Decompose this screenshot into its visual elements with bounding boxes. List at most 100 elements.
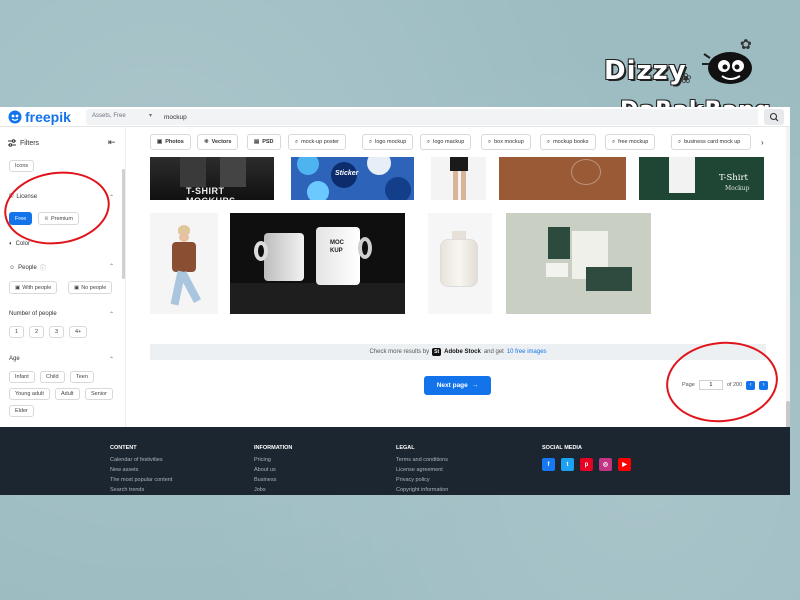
mug-shape (264, 233, 304, 281)
age-adult-chip[interactable]: Adult (55, 388, 80, 400)
people-count-3-chip[interactable]: 3 (49, 326, 65, 338)
footer-social-column: SOCIAL MEDIA (542, 445, 582, 451)
photos-pill[interactable]: ▣ Photos (150, 134, 191, 150)
pinterest-icon[interactable]: p (580, 458, 593, 471)
footer-content-column: CONTENT Calendar of festivities New asse… (110, 445, 173, 495)
age-young-adult-chip[interactable]: Young adult (9, 388, 50, 400)
brown-tshirt-thumbnail[interactable] (499, 157, 626, 200)
people-icon: ☺ (9, 264, 16, 271)
tag-box-mockup[interactable]: ⌕ box mockup (481, 134, 531, 150)
filters-title: Filters (20, 139, 40, 147)
twitter-icon[interactable]: t (561, 458, 574, 471)
tag-logo-mockup[interactable]: ⌕ logo mockup (362, 134, 414, 150)
info-icon: ⓘ (39, 266, 46, 272)
youtube-icon[interactable]: ▶ (618, 458, 631, 471)
age-elder-chip[interactable]: Elder (9, 405, 34, 417)
perfume-bottle-thumbnail[interactable] (428, 213, 492, 314)
footer: CONTENT Calendar of festivities New asse… (0, 427, 790, 495)
age-infant-chip[interactable]: Infant (9, 371, 35, 383)
leg-shape (461, 171, 466, 200)
with-people-chip[interactable]: ▣ With people (9, 281, 58, 294)
page-scrollbar[interactable] (786, 127, 790, 431)
chevron-up-icon[interactable]: ⌃ (109, 194, 114, 201)
search-input[interactable] (158, 109, 758, 125)
age-child-chip[interactable]: Child (40, 371, 65, 383)
chevron-up-icon[interactable]: ⌃ (109, 263, 114, 270)
stickers-thumbnail[interactable]: Sticker (291, 157, 414, 200)
tag-business-card-mock-up[interactable]: ⌕ business card mock up (671, 134, 751, 150)
freepik-logo[interactable]: freepik (8, 109, 71, 125)
search-button[interactable] (764, 109, 784, 125)
tshirt-shape (669, 157, 695, 193)
asset-type-select-value: Assets, Free (92, 113, 126, 119)
brand-title-dizzy: Dizzy (604, 56, 687, 86)
bottle-shape (440, 239, 478, 287)
age-teen-chip[interactable]: Teen (70, 371, 94, 383)
sidebar-scrollbar[interactable] (122, 169, 125, 279)
table-shape (230, 283, 405, 314)
footer-legal-column: LEGAL Terms and conditions License agree… (396, 445, 449, 495)
adobe-stock-banner: Check more results by St Adobe Stock and… (150, 344, 766, 360)
sticker-circle (297, 157, 319, 175)
people-count-4plus-chip[interactable]: 4+ (69, 326, 88, 338)
age-section-label: Age (9, 356, 20, 362)
people-count-1-chip[interactable]: 1 (9, 326, 25, 338)
people-section-label: ☺ People ⓘ (9, 264, 46, 273)
filters-icon (8, 139, 16, 147)
tshirt-mockup-thumbnail[interactable]: T-Shirt Mockup (639, 157, 764, 200)
asset-type-select[interactable]: Assets, Free ▾ (86, 109, 158, 125)
chevron-up-icon[interactable]: ⌃ (109, 356, 114, 363)
instagram-icon[interactable]: ◎ (599, 458, 612, 471)
tshirt-mockups-thumbnail[interactable]: T-SHIRT MOCKUPS (150, 157, 274, 200)
footer-link[interactable]: Jobs (254, 485, 292, 495)
age-senior-chip[interactable]: Senior (85, 388, 113, 400)
footer-link[interactable]: Terms and conditions (396, 455, 448, 465)
footer-link[interactable]: Privacy policy (396, 475, 448, 485)
footer-link[interactable]: Pricing (254, 455, 292, 465)
palette-icon: ◐ (9, 241, 13, 247)
vectors-pill[interactable]: ⁜ Vectors (197, 134, 239, 150)
footer-link[interactable]: Copyright information (396, 485, 448, 495)
search-icon: ⌕ (612, 138, 616, 145)
image-icon: ▣ (74, 284, 80, 291)
envelope-shape (586, 267, 632, 291)
tshirt-shape (180, 157, 206, 187)
search-icon: ⌕ (547, 138, 551, 145)
collapse-sidebar-icon[interactable]: ⇤ (108, 137, 116, 148)
color-section-label: ◐ Color (9, 241, 30, 247)
tag-logo-mackup[interactable]: ⌕ logo mackup (420, 134, 472, 150)
free-images-link[interactable]: 10 free images (507, 349, 547, 355)
footer-link[interactable]: License agreement (396, 465, 448, 475)
tag-mock-up-poster[interactable]: ⌕ mock-up poster (288, 134, 346, 150)
card-shape (546, 263, 568, 277)
chevron-up-icon[interactable]: ⌃ (109, 311, 114, 318)
tags-next-icon[interactable]: › (755, 134, 770, 150)
tag-free-mockup[interactable]: ⌕ free mockup (605, 134, 656, 150)
footer-link[interactable]: Search trends (110, 485, 172, 495)
shorts-shape (450, 157, 468, 171)
woman-sweater-thumbnail[interactable] (150, 213, 218, 314)
freepik-logo-icon (8, 110, 22, 124)
psd-pill[interactable]: ▤ PSD (247, 134, 281, 150)
sweater-shape (172, 242, 196, 272)
search-icon: ⌕ (678, 138, 682, 145)
stationery-thumbnail[interactable] (506, 213, 651, 314)
arrow-right-icon: → (471, 382, 479, 389)
next-page-button[interactable]: Next page → (424, 376, 491, 395)
tshirt-shape (220, 157, 246, 187)
legs-model-thumbnail[interactable] (431, 157, 486, 200)
tag-mockup-books[interactable]: ⌕ mockup books (540, 134, 596, 150)
people-count-2-chip[interactable]: 2 (29, 326, 45, 338)
footer-link[interactable]: Business (254, 475, 292, 485)
mugs-mockup-thumbnail[interactable]: MOCKUP (230, 213, 405, 314)
footer-link[interactable]: About us (254, 465, 292, 475)
footer-link[interactable]: Calendar of festivities (110, 455, 172, 465)
sticker-circle (367, 157, 391, 175)
face-shape (179, 233, 189, 242)
search-icon (769, 112, 779, 122)
no-people-chip[interactable]: ▣ No people (68, 281, 113, 294)
facebook-icon[interactable]: f (542, 458, 555, 471)
footer-link[interactable]: New assets (110, 465, 172, 475)
footer-link[interactable]: The most popular content (110, 475, 172, 485)
icons-chip[interactable]: Icons (9, 160, 35, 172)
